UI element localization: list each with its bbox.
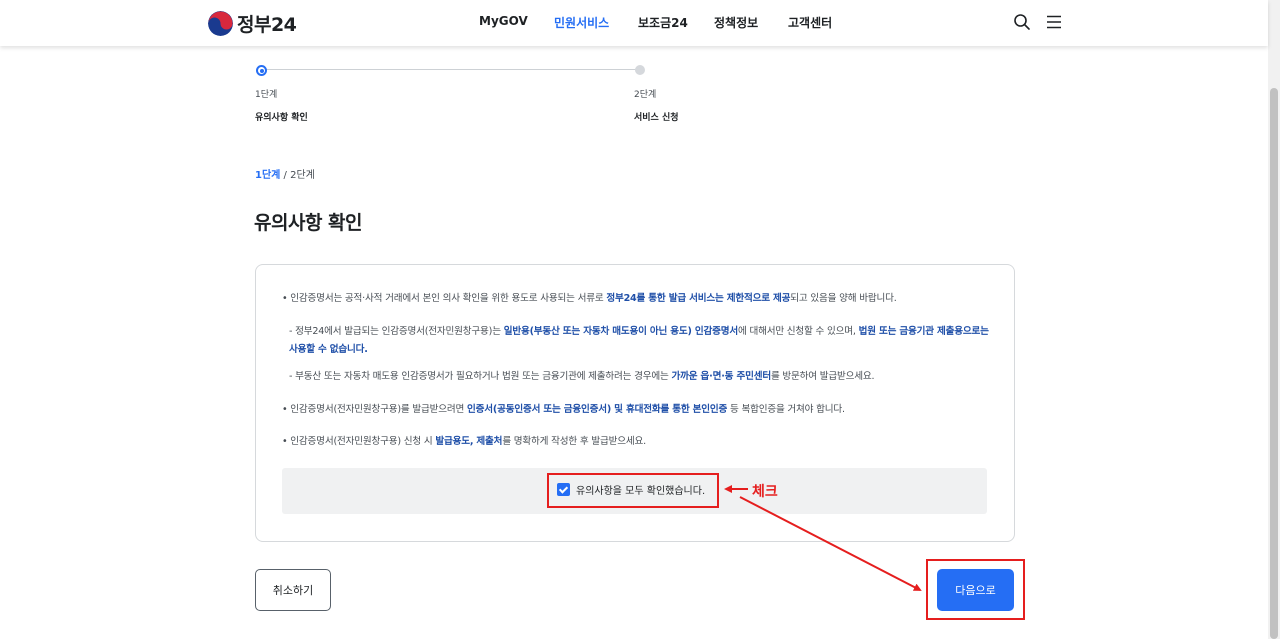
gov24-logo[interactable]: 정부24 (208, 10, 297, 37)
stepper-line (262, 69, 640, 70)
annotation-label: 체크 (752, 484, 778, 500)
notice-text: - 부동산 또는 자동차 매도용 인감증명서가 필요하거나 법원 또는 금융기관… (289, 371, 672, 382)
logo-text: 정부24 (237, 14, 297, 36)
scrollbar-thumb[interactable] (1270, 88, 1278, 639)
notice-item-usage: • 인감증명서(전자민원창구용) 신청 시 발급용도, 제출처를 명확하게 작성… (282, 433, 994, 451)
notice-sub-general-use: - 정부24에서 발급되는 인감증명서(전자민원창구용)는 일반용(부동산 또는… (289, 323, 991, 359)
notice-sub-community-center: - 부동산 또는 자동차 매도용 인감증명서가 필요하거나 법원 또는 금융기관… (289, 368, 991, 386)
annotation-checkbox-highlight (547, 473, 719, 508)
notice-text: 되고 있음을 양해 바랍니다. (790, 293, 897, 304)
notice-emphasis: 정부24를 통한 발급 서비스는 제한적으로 제공 (606, 293, 791, 304)
step-2-name: 서비스 신청 (634, 113, 679, 123)
annotation-next-highlight (926, 559, 1025, 620)
notice-item-authentication: • 인감증명서(전자민원창구용)를 발급받으려면 인증서(공동인증서 또는 금융… (282, 401, 994, 419)
notice-emphasis: 발급용도, 제출처 (435, 436, 503, 447)
search-icon[interactable] (1013, 13, 1031, 31)
notice-text: 를 방문하여 발급받으세요. (770, 371, 875, 382)
nav-subsidy24[interactable]: 보조금24 (638, 14, 688, 31)
nav-policy-info[interactable]: 정책정보 (714, 14, 758, 31)
breadcrumb-separator: / (283, 170, 287, 181)
notice-text: • 인감증명서(전자민원창구용) 신청 시 (282, 436, 436, 447)
notice-text: • 인감증명서(전자민원창구용)를 발급받으려면 (282, 404, 467, 415)
nav-civil-service[interactable]: 민원서비스 (554, 14, 609, 31)
step-1-name: 유의사항 확인 (255, 113, 308, 123)
cancel-button[interactable]: 취소하기 (255, 569, 331, 611)
notice-emphasis: 인증서(공동인증서 또는 금융인증서) 및 휴대전화를 통한 본인인증 (467, 404, 728, 415)
taegeuk-logo-icon (208, 11, 233, 36)
notice-text: 등 복합인증을 거쳐야 합니다. (727, 404, 845, 415)
notice-text: - 정부24에서 발급되는 인감증명서(전자민원창구용)는 (289, 326, 504, 337)
notice-text: 를 명확하게 작성한 후 발급받으세요. (502, 436, 646, 447)
step-1-indicator (256, 65, 267, 76)
notice-text: 에 대해서만 신청할 수 있으며, (737, 326, 859, 337)
step-2-indicator (635, 65, 645, 75)
site-header: 정부24 MyGOV 민원서비스 보조금24 정책정보 고객센터 (0, 0, 1268, 46)
notice-emphasis: 가까운 읍·면·동 주민센터 (671, 371, 772, 382)
breadcrumb-next: 2단계 (290, 170, 315, 181)
step-2-number: 2단계 (634, 90, 657, 100)
breadcrumb-current: 1단계 (255, 170, 281, 181)
nav-customer-center[interactable]: 고객센터 (788, 14, 832, 31)
step-breadcrumb: 1단계 / 2단계 (255, 166, 315, 181)
menu-icon[interactable] (1045, 13, 1063, 31)
nav-mygov[interactable]: MyGOV (479, 14, 528, 28)
step-1-number: 1단계 (255, 90, 278, 100)
notice-item-purpose: • 인감증명서는 공적·사적 거래에서 본인 의사 확인을 위한 용도로 사용되… (282, 290, 994, 308)
notice-emphasis: 일반용(부동산 또는 자동차 매도용이 아닌 용도) 인감증명서 (503, 326, 738, 337)
page-title: 유의사항 확인 (254, 212, 363, 234)
notice-text: • 인감증명서는 공적·사적 거래에서 본인 의사 확인을 위한 용도로 사용되… (282, 293, 607, 304)
